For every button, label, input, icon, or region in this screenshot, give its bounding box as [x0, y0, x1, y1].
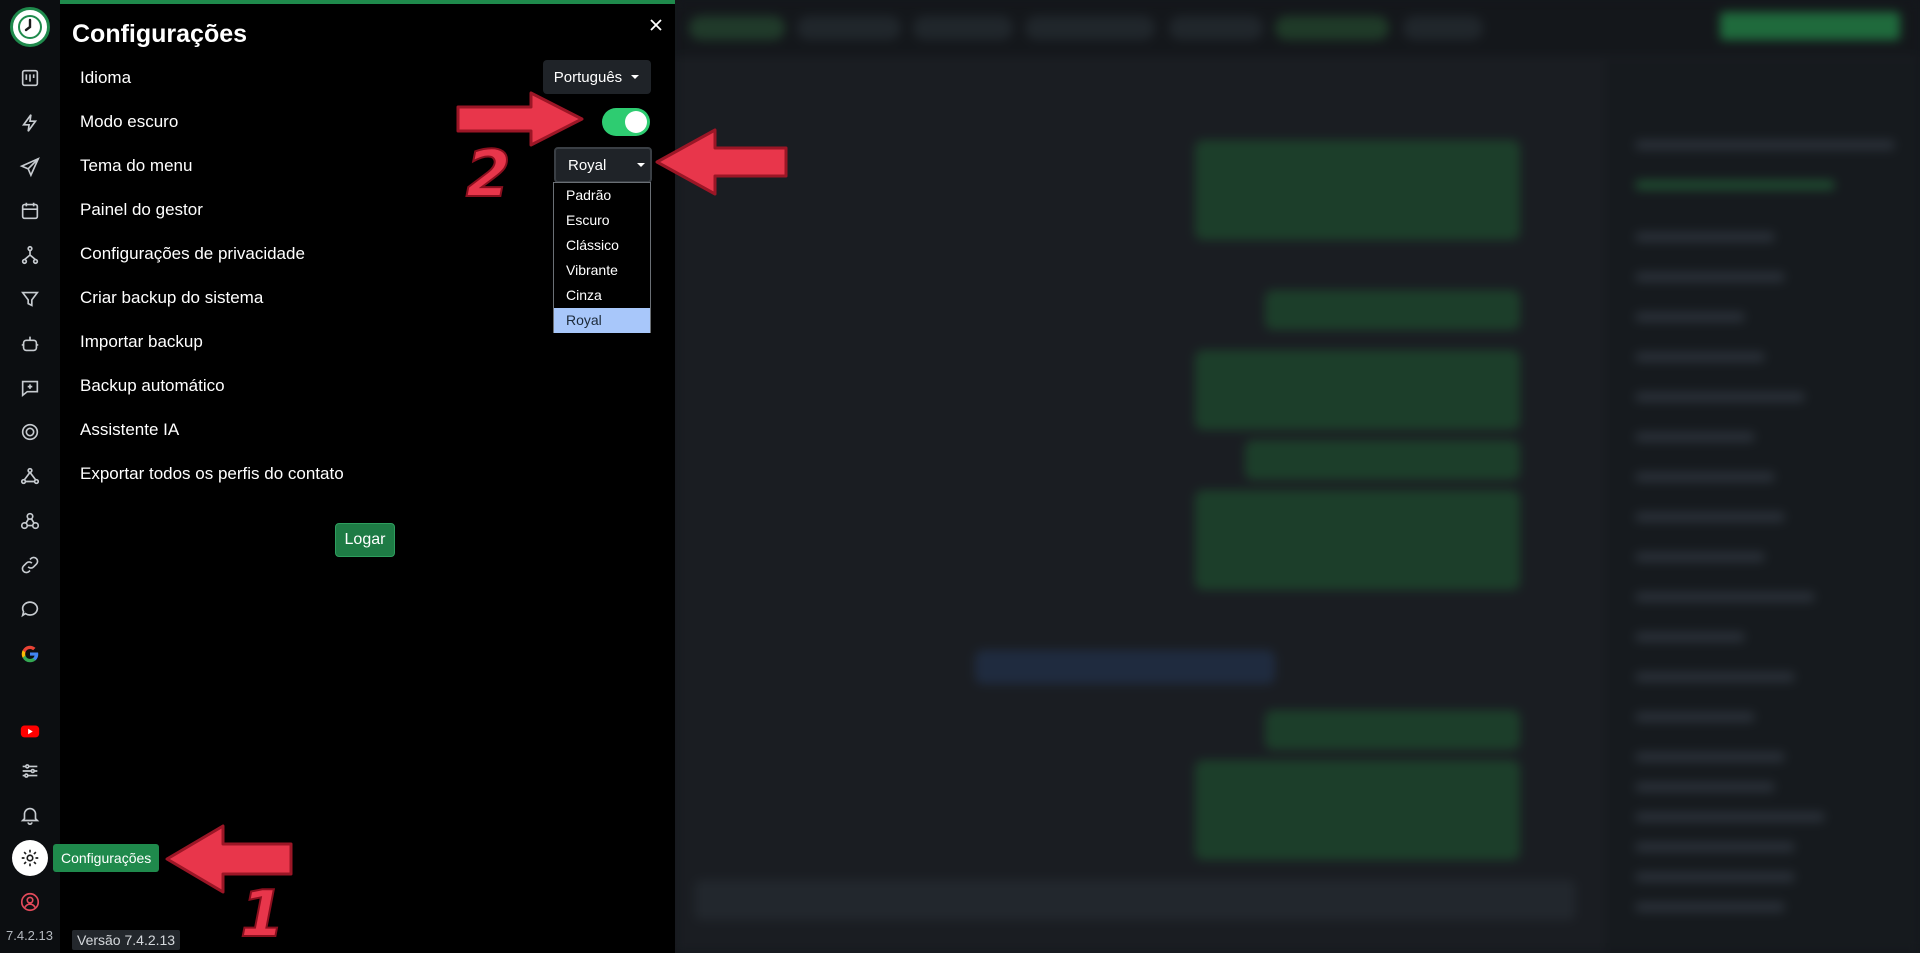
youtube-icon[interactable]	[12, 713, 48, 749]
clock-logo-icon[interactable]	[10, 7, 50, 47]
theme-option[interactable]: Escuro	[554, 208, 650, 233]
bot-icon[interactable]	[12, 326, 48, 362]
theme-option[interactable]: Clássico	[554, 233, 650, 258]
setting-privacy[interactable]: Configurações de privacidade	[80, 244, 305, 264]
language-select-value: Português	[553, 68, 623, 86]
setting-export-profiles[interactable]: Exportar todos os perfis do contato	[80, 464, 344, 484]
dark-mode-toggle[interactable]	[602, 108, 650, 136]
menu-theme-dropdown: Padrão Escuro Clássico Vibrante Cinza Ro…	[553, 182, 651, 333]
calendar-icon[interactable]	[12, 193, 48, 229]
network-icon[interactable]	[12, 458, 48, 494]
language-select[interactable]: Português	[543, 60, 651, 94]
bell-icon[interactable]	[12, 797, 48, 833]
menu-theme-select[interactable]: Royal	[554, 147, 652, 183]
send-icon[interactable]	[12, 149, 48, 185]
background-app-blurred	[675, 0, 1920, 953]
user-circle-icon[interactable]	[12, 884, 48, 920]
chat-plus-icon[interactable]	[12, 370, 48, 406]
caret-down-icon	[637, 163, 646, 167]
setting-menu-theme: Tema do menu	[80, 156, 193, 175]
icon-rail: 7.4.2.13	[0, 0, 60, 953]
flow-icon[interactable]	[12, 237, 48, 273]
theme-option-selected[interactable]: Royal	[554, 308, 650, 333]
toggle-knob	[625, 111, 647, 133]
settings-tooltip: Configurações	[53, 844, 160, 872]
setting-dark-mode: Modo escuro	[80, 112, 179, 131]
setting-language: Idioma	[80, 68, 132, 87]
background-topbar	[675, 0, 1920, 56]
setting-ai-assistant[interactable]: Assistente IA	[80, 420, 179, 440]
app-root: 7.4.2.13 Configurações Idioma Modo escur…	[0, 0, 1920, 953]
annotation-number-1: 1	[239, 877, 286, 953]
menu-theme-select-value: Royal	[568, 156, 607, 174]
sliders-icon[interactable]	[12, 753, 48, 789]
chat-bubble-icon[interactable]	[12, 591, 48, 627]
close-icon[interactable]	[645, 14, 667, 36]
background-right-panel	[1605, 60, 1920, 953]
setting-import-backup[interactable]: Importar backup	[80, 332, 203, 352]
rail-version: 7.4.2.13	[6, 928, 53, 943]
theme-option[interactable]: Vibrante	[554, 258, 650, 283]
setting-manager-panel[interactable]: Painel do gestor	[80, 200, 203, 220]
setting-auto-backup[interactable]: Backup automático	[80, 376, 225, 396]
webhook-icon[interactable]	[12, 503, 48, 539]
setting-create-backup[interactable]: Criar backup do sistema	[80, 288, 263, 308]
kanban-icon[interactable]	[12, 60, 48, 96]
lightning-icon[interactable]	[12, 105, 48, 141]
background-message-input	[695, 880, 1575, 920]
theme-option[interactable]: Padrão	[554, 183, 650, 208]
caret-down-icon	[631, 75, 640, 79]
target-icon[interactable]	[12, 414, 48, 450]
panel-title: Configurações	[72, 20, 248, 48]
google-icon[interactable]	[12, 636, 48, 672]
link-icon[interactable]	[12, 547, 48, 583]
annotation-number-2: 2	[465, 137, 512, 213]
login-button[interactable]: Logar	[335, 523, 395, 557]
annotation-arrow-2b	[655, 128, 788, 196]
theme-option[interactable]: Cinza	[554, 283, 650, 308]
filter-icon[interactable]	[12, 281, 48, 317]
version-label: Versão 7.4.2.13	[72, 930, 181, 950]
gear-icon[interactable]	[12, 840, 48, 876]
